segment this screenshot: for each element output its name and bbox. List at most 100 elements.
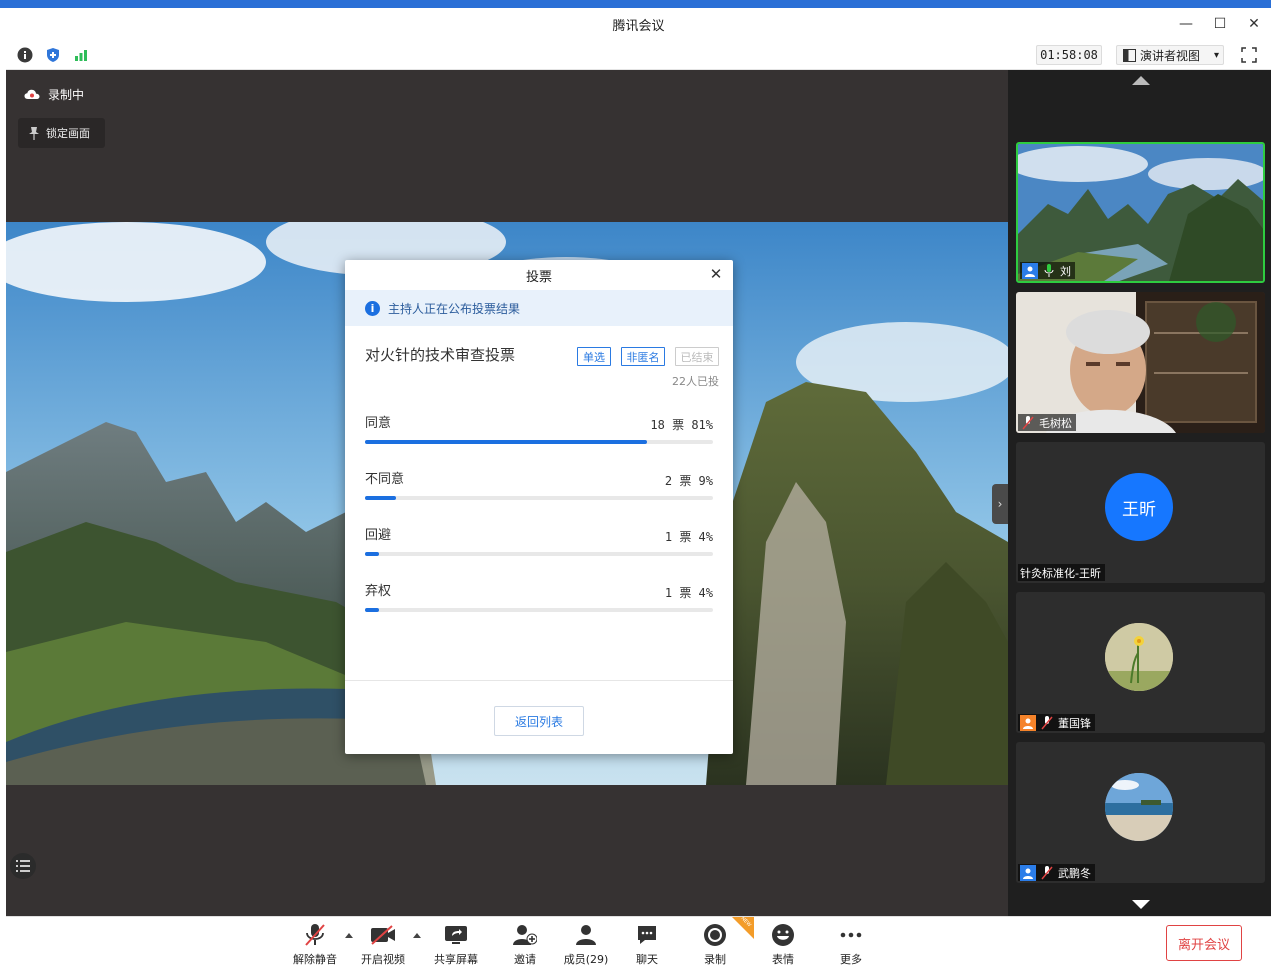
layout-icon <box>1123 48 1136 62</box>
reactions-button[interactable]: 表情 <box>753 923 813 967</box>
add-user-icon <box>512 923 538 947</box>
participant-name: 董国锋 <box>1058 716 1091 730</box>
participant-name-tag: 刘 <box>1020 262 1075 279</box>
avatar: 王昕 <box>1105 473 1173 541</box>
poll-dialog-footer: 返回列表 <box>345 680 733 754</box>
security-shield-icon[interactable] <box>44 46 62 64</box>
info-icon[interactable] <box>16 46 34 64</box>
more-label: 更多 <box>840 953 862 966</box>
list-toggle-button[interactable] <box>10 853 36 879</box>
flower-image <box>1105 623 1173 691</box>
voted-count: 22人已投 <box>672 375 719 388</box>
poll-option: 弃权 1 票 4% <box>365 580 713 612</box>
recording-indicator: 录制中 <box>24 86 84 103</box>
recording-label: 录制中 <box>48 88 85 102</box>
invite-label: 邀请 <box>514 953 536 966</box>
mic-muted-icon <box>1039 865 1055 881</box>
participant-name: 武鹏冬 <box>1058 866 1091 880</box>
reactions-label: 表情 <box>772 953 794 966</box>
record-icon <box>702 923 728 947</box>
beach-image <box>1105 773 1173 841</box>
maximize-button[interactable]: ☐ <box>1203 8 1237 40</box>
back-to-list-button[interactable]: 返回列表 <box>494 706 584 736</box>
start-video-label: 开启视频 <box>361 953 405 966</box>
participant-tile[interactable]: 刘 <box>1016 142 1265 283</box>
participant-name: 毛树松 <box>1039 416 1072 430</box>
window-controls: — ☐ ✕ <box>1169 8 1271 40</box>
option-progress-track <box>365 496 713 500</box>
unmute-label: 解除静音 <box>293 953 337 966</box>
option-progress-track <box>365 552 713 556</box>
close-window-button[interactable]: ✕ <box>1237 8 1271 40</box>
leave-meeting-button[interactable]: 离开会议 <box>1166 925 1242 961</box>
user-icon <box>1020 864 1036 881</box>
share-screen-button[interactable]: 共享屏幕 <box>426 923 486 967</box>
participant-tile[interactable]: 毛树松 <box>1016 292 1265 433</box>
poll-option: 同意 18 票 81% <box>365 412 713 444</box>
record-button[interactable]: 录制 <box>685 923 745 967</box>
option-progress-fill <box>365 440 647 444</box>
info-circle-icon: i <box>365 300 380 316</box>
option-count: 18 票 81% <box>650 418 713 432</box>
option-count: 1 票 4% <box>664 586 713 600</box>
option-progress-track <box>365 440 713 444</box>
participant-name-tag: 毛树松 <box>1018 414 1076 431</box>
participant-name-tag: 武鹏冬 <box>1018 864 1095 881</box>
user-icon <box>1020 714 1036 731</box>
option-progress-fill <box>365 552 379 556</box>
network-signal-icon[interactable] <box>72 46 90 64</box>
chat-button[interactable]: 聊天 <box>617 923 677 967</box>
option-label: 回避 <box>365 528 392 543</box>
poll-notice: i 主持人正在公布投票结果 <box>345 290 733 326</box>
new-badge-text: NEW <box>739 915 753 929</box>
participant-name-tag: 董国锋 <box>1018 714 1095 731</box>
user-icon <box>1022 262 1038 279</box>
avatar <box>1105 773 1173 841</box>
meeting-window: 腾讯会议 — ☐ ✕ 01:58:08 演讲者视图 ▾ 录制中 锁定画面 › 投… <box>6 8 1271 972</box>
expand-sidebar-button[interactable]: › <box>992 484 1008 524</box>
record-label: 录制 <box>704 953 726 966</box>
unmute-button[interactable]: 解除静音 <box>285 923 345 967</box>
scroll-up-arrow-icon[interactable] <box>1132 76 1150 85</box>
members-label: 成员(29) <box>563 953 609 966</box>
scroll-down-arrow-icon[interactable] <box>1132 900 1150 909</box>
option-count: 2 票 9% <box>664 474 713 488</box>
more-button[interactable]: 更多 <box>821 923 881 967</box>
main-stage: 录制中 锁定画面 › 投票 ✕ i 主持人正在公布投票结果 对火针的技术审查投票… <box>6 70 1008 916</box>
lock-label: 锁定画面 <box>46 127 90 140</box>
start-video-button[interactable]: 开启视频 <box>353 923 413 967</box>
minimize-button[interactable]: — <box>1169 8 1203 40</box>
invite-button[interactable]: 邀请 <box>495 923 555 967</box>
video-options-caret-icon[interactable] <box>413 933 421 938</box>
avatar <box>1105 623 1173 691</box>
participant-tile[interactable]: 王昕 针灸标准化-王昕 <box>1016 442 1265 583</box>
members-button[interactable]: 成员(29) <box>556 923 616 967</box>
participant-name: 针灸标准化-王昕 <box>1020 566 1101 580</box>
window-title: 腾讯会议 <box>612 18 665 34</box>
fullscreen-icon[interactable] <box>1240 46 1258 64</box>
share-screen-icon <box>443 923 469 947</box>
share-screen-label: 共享屏幕 <box>434 953 478 966</box>
participant-tile[interactable]: 武鹏冬 <box>1016 742 1265 883</box>
participant-name-tag: 针灸标准化-王昕 <box>1018 564 1105 581</box>
tag-ended: 已结束 <box>675 347 719 366</box>
option-label: 弃权 <box>365 584 392 599</box>
list-icon <box>16 860 30 872</box>
tag-non-anonymous: 非匿名 <box>621 347 665 366</box>
lock-screen-button[interactable]: 锁定画面 <box>18 118 105 148</box>
chat-icon <box>634 923 660 947</box>
poll-dialog-header: 投票 ✕ <box>345 260 733 290</box>
tag-single-choice: 单选 <box>577 347 611 366</box>
chat-label: 聊天 <box>636 953 658 966</box>
option-progress-track <box>365 608 713 612</box>
smiley-icon <box>770 923 796 947</box>
audio-options-caret-icon[interactable] <box>345 933 353 938</box>
speaker-view-dropdown[interactable]: 演讲者视图 ▾ <box>1116 45 1224 65</box>
mic-on-icon <box>1041 263 1057 279</box>
poll-option: 不同意 2 票 9% <box>365 468 713 500</box>
mic-muted-icon <box>1039 715 1055 731</box>
option-count: 1 票 4% <box>664 530 713 544</box>
participant-tile[interactable]: 董国锋 <box>1016 592 1265 733</box>
video-feed <box>1016 292 1265 433</box>
close-icon[interactable]: ✕ <box>707 265 725 283</box>
